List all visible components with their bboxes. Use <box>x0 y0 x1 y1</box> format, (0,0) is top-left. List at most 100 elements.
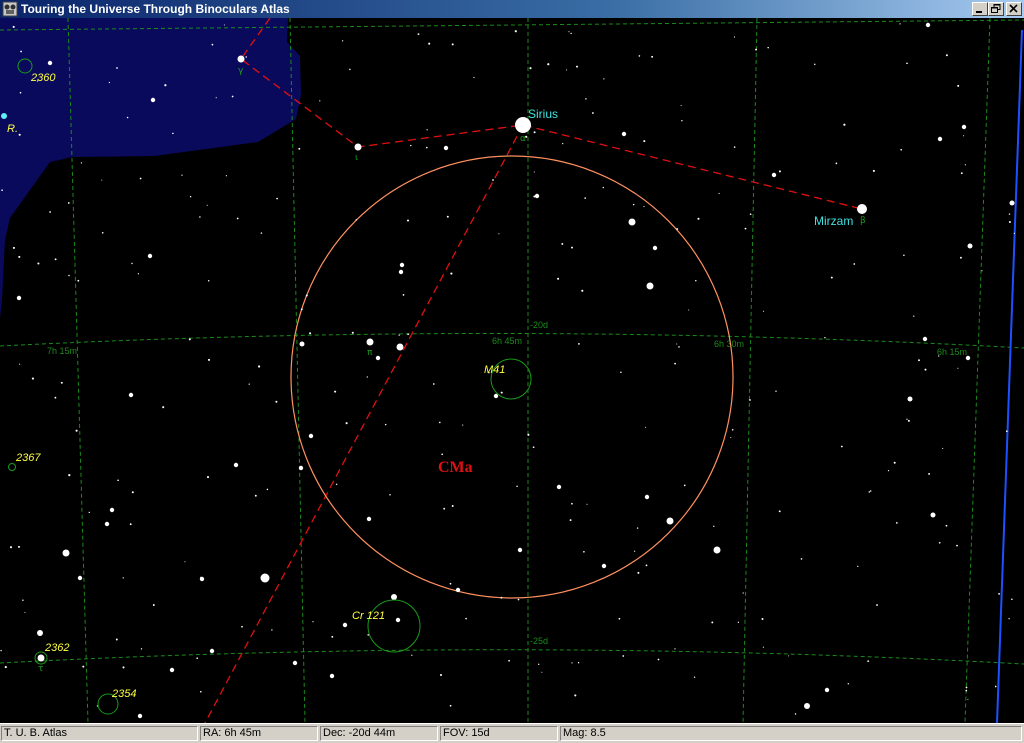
star[interactable] <box>1009 200 1015 206</box>
faint-star <box>465 617 467 620</box>
star <box>517 547 523 553</box>
title-bar[interactable]: Touring the Universe Through Binoculars … <box>0 0 1024 18</box>
faint-star <box>895 522 898 524</box>
faint-star <box>557 277 560 280</box>
faint-star <box>651 55 654 58</box>
faint-star <box>152 604 155 606</box>
star-bright[interactable] <box>260 573 270 583</box>
status-ra: RA: 6h 45m <box>200 726 318 741</box>
faint-star <box>688 309 690 311</box>
faint-star <box>680 104 682 107</box>
faint-star <box>207 279 210 282</box>
star[interactable] <box>907 396 913 402</box>
faint-star <box>695 279 697 282</box>
star-chart-canvas[interactable]: 7h 15m 6h 45m 6h 30m 6h 15m -20d -25d γ … <box>0 17 1024 724</box>
faint-star <box>713 525 715 527</box>
faint-star <box>22 599 24 602</box>
faint-star <box>533 195 536 198</box>
faint-star <box>893 461 896 464</box>
greek-gamma: γ <box>238 66 244 76</box>
star <box>147 253 153 259</box>
faint-star <box>24 611 26 614</box>
star-pi[interactable] <box>366 338 374 346</box>
faint-star <box>116 67 118 69</box>
faint-star <box>906 418 908 420</box>
faint-star <box>517 598 520 601</box>
faint-star <box>439 421 441 424</box>
faint-star <box>18 255 21 258</box>
faint-star <box>451 505 454 507</box>
faint-star <box>585 98 587 100</box>
faint-star <box>755 48 758 51</box>
star[interactable] <box>62 549 70 557</box>
faint-star <box>547 63 550 66</box>
star-iota-cma[interactable] <box>354 143 362 151</box>
star[interactable] <box>646 282 654 290</box>
faint-star <box>899 23 901 25</box>
faint-star <box>426 129 428 131</box>
star <box>399 262 405 268</box>
faint-star <box>411 654 413 656</box>
restore-icon <box>991 4 1001 13</box>
star[interactable] <box>804 703 810 709</box>
faint-star <box>775 390 777 392</box>
faint-star <box>942 447 944 449</box>
faint-star <box>581 289 584 292</box>
faint-star <box>54 258 57 261</box>
star <box>329 673 335 679</box>
faint-star <box>1008 221 1011 223</box>
star-mirzam[interactable] <box>857 204 867 214</box>
faint-star <box>618 617 621 620</box>
faint-star <box>569 519 572 522</box>
star[interactable] <box>713 546 721 554</box>
faint-star <box>231 95 234 98</box>
faint-star <box>643 206 645 208</box>
variable-star-r[interactable] <box>1 113 7 119</box>
faint-star <box>529 67 532 70</box>
star[interactable] <box>391 594 397 600</box>
faint-star <box>676 343 678 345</box>
star <box>621 131 627 137</box>
faint-star <box>578 343 580 345</box>
close-button[interactable] <box>1006 2 1022 16</box>
faint-star <box>223 24 225 26</box>
atlas-app-icon[interactable] <box>2 1 18 17</box>
star[interactable] <box>930 512 936 518</box>
star[interactable] <box>37 630 43 636</box>
faint-star <box>744 227 747 230</box>
star <box>298 465 304 471</box>
faint-star <box>215 97 217 99</box>
faint-star <box>963 135 965 137</box>
faint-star <box>533 171 535 173</box>
faint-star <box>674 362 676 365</box>
faint-star <box>657 658 660 661</box>
faint-star <box>571 662 573 664</box>
faint-star <box>351 331 354 334</box>
faint-star <box>384 423 387 426</box>
faint-star <box>206 204 208 206</box>
star-tau[interactable] <box>37 654 45 662</box>
star-gamma-cma[interactable] <box>237 55 245 63</box>
faint-star <box>88 511 91 514</box>
star <box>455 587 461 593</box>
faint-star <box>305 294 308 297</box>
faint-star <box>500 391 503 394</box>
faint-star <box>426 146 428 149</box>
greek-beta: β <box>860 216 866 226</box>
faint-star <box>857 565 859 568</box>
faint-star <box>117 479 119 482</box>
faint-star <box>67 202 70 204</box>
star[interactable] <box>967 243 973 249</box>
star-chart[interactable]: 7h 15m 6h 45m 6h 30m 6h 15m -20d -25d γ … <box>0 17 1024 724</box>
faint-star <box>271 629 273 631</box>
star[interactable] <box>396 343 404 351</box>
star[interactable] <box>666 517 674 525</box>
star <box>534 193 540 199</box>
minimize-button[interactable] <box>972 2 988 16</box>
maximize-button[interactable] <box>988 2 1004 16</box>
faint-star <box>406 219 410 222</box>
star[interactable] <box>299 341 305 347</box>
star <box>644 494 650 500</box>
star[interactable] <box>628 218 636 226</box>
ra-label-6h15m: 6h 15m <box>937 347 967 357</box>
